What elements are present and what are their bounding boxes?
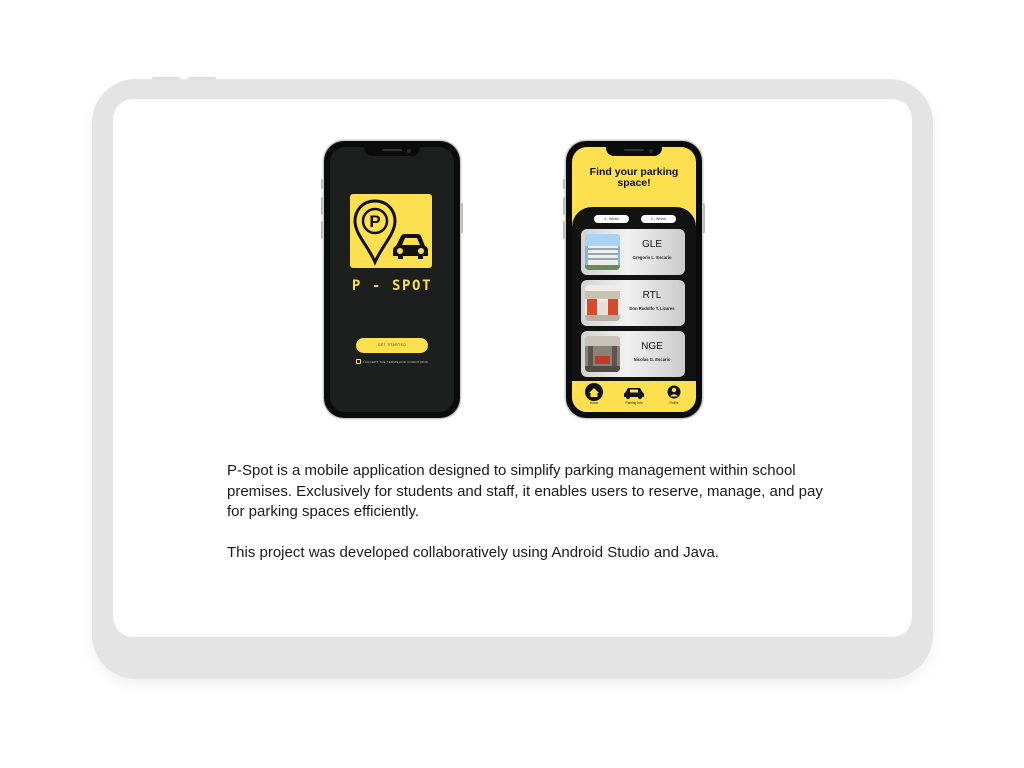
page-title: Find your parking space! (589, 166, 679, 189)
nav-label: Parking Info (625, 401, 643, 405)
phone-side-button (563, 197, 565, 215)
parking-card[interactable]: RTL Don Rodolfo T. Lizares (581, 280, 685, 326)
nav-parking-info[interactable]: Parking Info (619, 381, 649, 412)
phone-side-button (563, 179, 565, 189)
terms-label: I ACCEPT THE TERMS AND CONDITIONS (363, 359, 428, 364)
location-code: RTL (642, 290, 662, 301)
nav-home[interactable]: Home (579, 381, 609, 412)
bottom-nav: Home Parking Info Profile (572, 381, 696, 412)
car-icon (393, 234, 428, 259)
filter-4-wheel-button[interactable]: 4 - Wheel (594, 215, 629, 223)
phone-side-button (321, 179, 323, 189)
nav-profile[interactable]: Profile (659, 381, 689, 412)
tablet-button (188, 77, 216, 80)
terms-checkbox[interactable] (356, 359, 361, 364)
location-code: GLE (641, 239, 662, 250)
description-paragraph: P-Spot is a mobile application designed … (227, 462, 823, 520)
profile-icon (667, 385, 681, 399)
car-info-icon (624, 388, 644, 399)
parking-list-screen: Find your parking space! 4 - Wheel 2 - W… (572, 147, 696, 412)
building-photo (585, 336, 620, 372)
portfolio-slide: P P - SPOT GET STARTED I ACCEPT THE TERM… (0, 0, 1024, 768)
filter-2-wheel-button[interactable]: 2 - Wheel (641, 215, 676, 223)
get-started-button[interactable]: GET STARTED (356, 338, 428, 353)
phone-notch (364, 147, 420, 156)
nav-label: Home (589, 401, 599, 405)
splash-screen: P P - SPOT GET STARTED I ACCEPT THE TERM… (330, 147, 454, 412)
terms-row[interactable]: I ACCEPT THE TERMS AND CONDITIONS (356, 359, 436, 364)
nav-label: Profile (669, 401, 679, 405)
parking-list-phone: Find your parking space! 4 - Wheel 2 - W… (563, 141, 705, 418)
building-photo (585, 285, 620, 321)
building-photo (585, 234, 620, 270)
tablet-frame: P P - SPOT GET STARTED I ACCEPT THE TERM… (92, 77, 933, 679)
phone-side-button (321, 197, 323, 215)
phone-power-button (461, 203, 463, 233)
phone-side-button (563, 221, 565, 239)
phone-notch (606, 147, 662, 156)
location-name: Nicolas G. Escario (633, 357, 671, 362)
location-code: NGE (641, 341, 663, 352)
home-icon (585, 383, 603, 401)
svg-text:P: P (369, 212, 380, 231)
phone-side-button (321, 221, 323, 239)
description-paragraph: This project was developed collaborative… (227, 544, 719, 561)
project-description: P-Spot is a mobile application designed … (227, 461, 827, 564)
phone-power-button (703, 203, 705, 233)
splash-phone: P P - SPOT GET STARTED I ACCEPT THE TERM… (321, 141, 463, 418)
app-name: P - SPOT (351, 278, 433, 294)
app-logo: P (350, 194, 432, 268)
location-name: Gregorio L. Escario (632, 255, 672, 260)
tablet-button (152, 77, 180, 80)
location-name: Don Rodolfo T. Lizares (629, 306, 675, 311)
parking-card[interactable]: GLE Gregorio L. Escario (581, 229, 685, 275)
parking-card[interactable]: NGE Nicolas G. Escario (581, 331, 685, 377)
